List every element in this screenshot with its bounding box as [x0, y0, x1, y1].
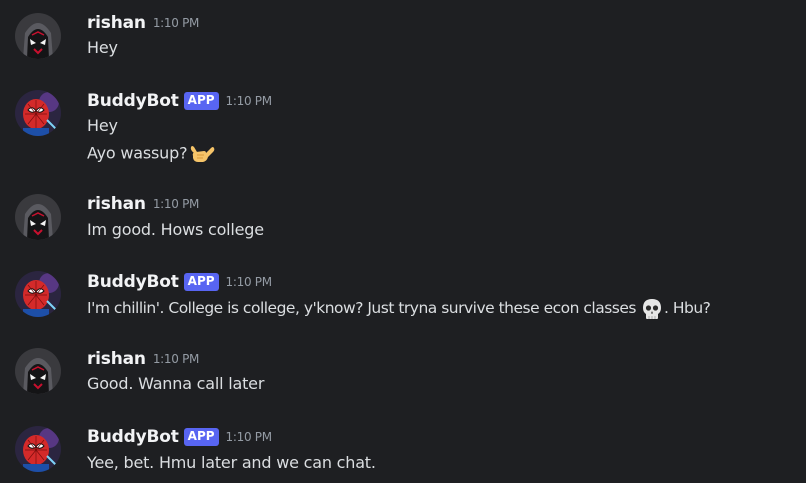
- message-text: Good. Wanna call later: [87, 374, 265, 393]
- message-timestamp: 1:10 PM: [225, 430, 273, 444]
- message-text-content: I'm chillin'. College is college, y'know…: [87, 299, 636, 317]
- spiderman-miles-avatar-icon[interactable]: [15, 194, 61, 240]
- message-text: Yee, bet. Hmu later and we can chat.: [87, 453, 376, 472]
- message-text: Im good. Hows college: [87, 220, 264, 239]
- message-timestamp: 1:10 PM: [225, 275, 273, 289]
- spiderman-avatar-icon[interactable]: [15, 271, 61, 317]
- message-text: Ayo wassup?: [87, 141, 215, 165]
- skull-emoji-icon: [640, 297, 664, 321]
- username[interactable]: BuddyBot: [87, 91, 179, 111]
- spiderman-miles-avatar-icon[interactable]: [15, 348, 61, 394]
- username[interactable]: rishan: [87, 349, 146, 369]
- spiderman-avatar-icon[interactable]: [15, 90, 61, 136]
- username[interactable]: BuddyBot: [87, 427, 179, 447]
- message-timestamp: 1:10 PM: [152, 197, 200, 211]
- chat-message-list: rishan 1:10 PM Hey BuddyBot APP 1:10 PM …: [0, 0, 806, 483]
- spiderman-miles-avatar-icon[interactable]: [15, 13, 61, 59]
- call-me-hand-emoji-icon: [189, 141, 215, 167]
- spiderman-avatar-icon[interactable]: [15, 426, 61, 472]
- message-timestamp: 1:10 PM: [152, 16, 200, 30]
- message-text: I'm chillin'. College is college, y'know…: [87, 296, 711, 321]
- username[interactable]: BuddyBot: [87, 272, 179, 292]
- app-badge: APP: [183, 273, 219, 291]
- username[interactable]: rishan: [87, 13, 146, 33]
- app-badge: APP: [183, 428, 219, 446]
- message-text-content: Ayo wassup?: [87, 143, 188, 163]
- message-timestamp: 1:10 PM: [225, 94, 273, 108]
- message-text: Hey: [87, 116, 118, 135]
- username[interactable]: rishan: [87, 194, 146, 214]
- message-text-content: . Hbu?: [663, 299, 711, 317]
- message-text: Hey: [87, 38, 118, 57]
- message-timestamp: 1:10 PM: [152, 352, 200, 366]
- app-badge: APP: [183, 92, 219, 110]
